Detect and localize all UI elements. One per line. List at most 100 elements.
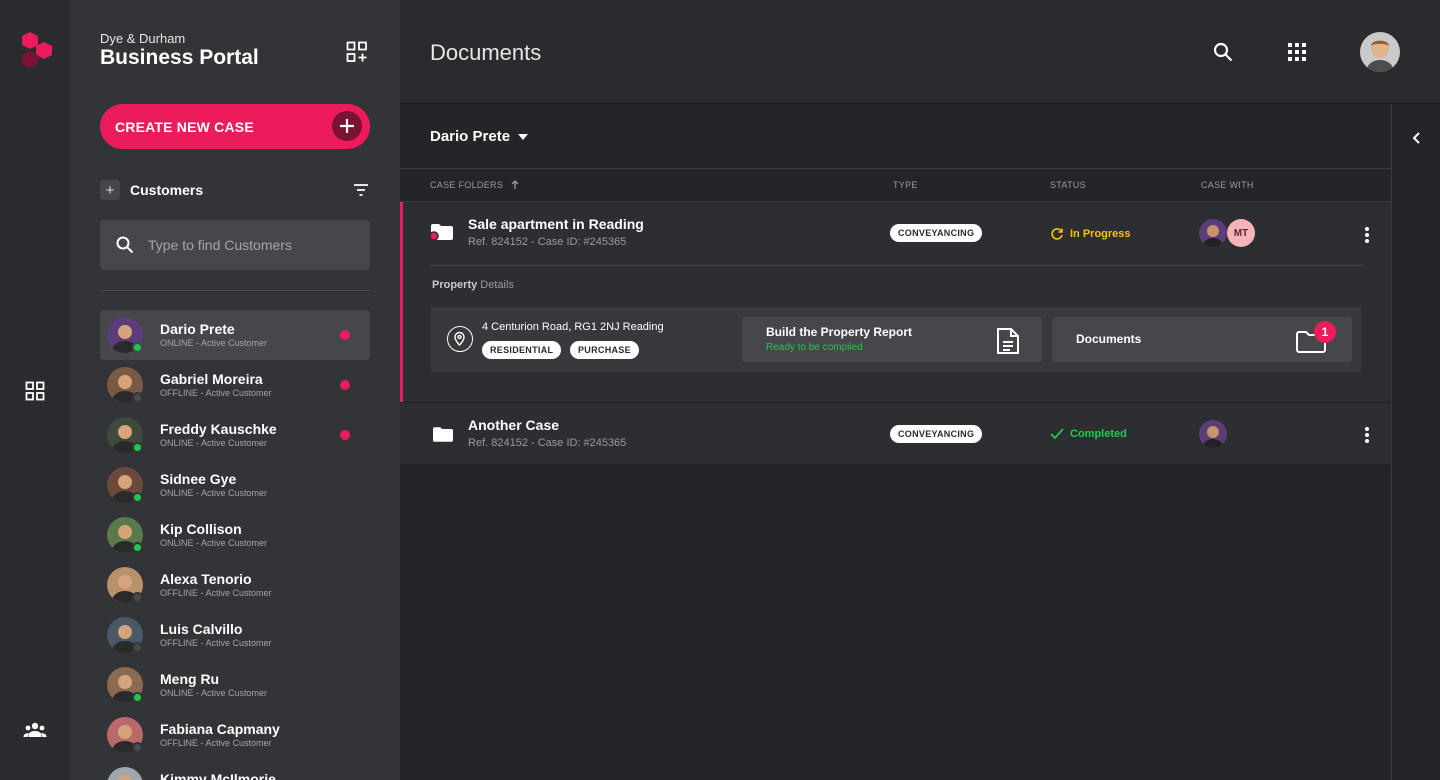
presence-indicator xyxy=(132,442,143,453)
create-new-case-button[interactable]: CREATE NEW CASE xyxy=(100,104,370,149)
column-case-with[interactable]: CASE WITH xyxy=(1201,180,1254,190)
sort-up-icon xyxy=(511,180,519,189)
case-title: Another Case xyxy=(468,417,560,433)
column-type[interactable]: TYPE xyxy=(893,180,918,190)
brand-title: Business Portal xyxy=(100,46,259,69)
sidebar-divider xyxy=(100,290,370,291)
customer-name: Sidnee Gye xyxy=(160,471,237,487)
unread-indicator xyxy=(340,430,350,440)
user-avatar[interactable] xyxy=(1360,32,1400,72)
case-with-initials[interactable]: MT xyxy=(1227,219,1255,247)
case-divider xyxy=(430,265,1364,266)
customer-list-item[interactable]: Kip Collison ONLINE - Active Customer xyxy=(100,510,370,560)
case-more-menu-icon[interactable] xyxy=(1365,427,1369,443)
details-panel-toggle xyxy=(1391,104,1440,780)
folder-icon xyxy=(433,427,453,442)
add-widget-icon[interactable] xyxy=(346,41,368,63)
customer-list-item[interactable]: Fabiana Capmany OFFLINE - Active Customer xyxy=(100,710,370,760)
customer-status: OFFLINE - Active Customer xyxy=(160,638,272,648)
customer-name: Freddy Kauschke xyxy=(160,421,277,437)
customers-label: Customers xyxy=(130,182,204,198)
property-tag-residential: RESIDENTIAL xyxy=(482,341,562,359)
presence-indicator xyxy=(132,592,143,603)
documents-card-title: Documents xyxy=(1076,332,1142,346)
property-address: 4 Centurion Road, RG1 2NJ Reading xyxy=(482,321,664,333)
customer-status: ONLINE - Active Customer xyxy=(160,488,268,498)
customer-list-item[interactable]: Alexa Tenorio OFFLINE - Active Customer xyxy=(100,560,370,610)
add-customer-button[interactable]: + xyxy=(100,180,120,200)
case-more-menu-icon[interactable] xyxy=(1365,227,1369,243)
create-new-case-label: CREATE NEW CASE xyxy=(115,118,254,135)
chevron-left-icon[interactable] xyxy=(1410,131,1424,145)
report-card-status: Ready to be compiled xyxy=(766,342,863,353)
customer-search-input[interactable] xyxy=(148,220,358,270)
selected-user-name: Dario Prete xyxy=(430,128,511,145)
customer-name: Dario Prete xyxy=(160,321,235,337)
column-case-folders[interactable]: CASE FOLDERS xyxy=(430,180,519,190)
brand-subtitle: Dye & Durham xyxy=(100,31,186,46)
customer-list-item[interactable]: Luis Calvillo OFFLINE - Active Customer xyxy=(100,610,370,660)
customer-status: ONLINE - Active Customer xyxy=(160,688,268,698)
customer-name: Gabriel Moreira xyxy=(160,371,263,387)
case-status: Completed xyxy=(1050,428,1127,440)
column-case-folders-label: CASE FOLDERS xyxy=(430,180,504,190)
customer-list-item[interactable]: Sidnee Gye ONLINE - Active Customer xyxy=(100,460,370,510)
customer-list-item[interactable]: Gabriel Moreira OFFLINE - Active Customer xyxy=(100,360,370,410)
property-heading-rest: Details xyxy=(477,279,514,291)
customer-list-item[interactable]: Kimmy McIlmorieOFFLINE - Active Customer xyxy=(100,760,370,780)
case-ref: Ref. 824152 - Case ID: #245365 xyxy=(468,437,627,449)
case-with-avatar[interactable] xyxy=(1199,420,1227,448)
documents-content: Dario Prete CASE FOLDERS TYPE STATUS CAS… xyxy=(400,104,1391,780)
customer-status: OFFLINE - Active Customer xyxy=(160,388,272,398)
plus-icon xyxy=(332,111,362,141)
unread-indicator xyxy=(340,330,350,340)
property-heading-bold: Property xyxy=(432,279,478,291)
case-status: In Progress xyxy=(1050,227,1131,241)
top-bar: Documents xyxy=(400,0,1440,104)
search-icon xyxy=(116,236,134,254)
location-pin-icon xyxy=(447,326,473,352)
case-row-expanded[interactable]: Sale apartment in Reading Ref. 824152 - … xyxy=(400,202,1391,402)
case-status-label: Completed xyxy=(1070,428,1127,440)
presence-indicator xyxy=(132,742,143,753)
presence-indicator xyxy=(132,342,143,353)
customer-list-item[interactable]: Meng Ru ONLINE - Active Customer xyxy=(100,660,370,710)
customer-list-item[interactable]: Freddy Kauschke ONLINE - Active Customer xyxy=(100,410,370,460)
customer-name: Luis Calvillo xyxy=(160,621,243,637)
customer-status: ONLINE - Active Customer xyxy=(160,538,268,548)
customer-name: Alexa Tenorio xyxy=(160,571,252,587)
filter-icon[interactable] xyxy=(352,181,370,199)
documents-card[interactable]: Documents 1 xyxy=(1052,317,1352,362)
property-tag-purchase: PURCHASE xyxy=(570,341,639,359)
people-icon[interactable] xyxy=(23,720,47,740)
customer-name: Kimmy McIlmorie xyxy=(160,771,276,780)
customer-list-item[interactable]: Dario Prete ONLINE - Active Customer xyxy=(100,310,370,360)
presence-indicator xyxy=(132,692,143,703)
customer-list: Dario Prete ONLINE - Active Customer Gabri… xyxy=(100,310,370,780)
case-table-header: CASE FOLDERS TYPE STATUS CASE WITH xyxy=(400,168,1391,202)
customer-status: ONLINE - Active Customer xyxy=(160,338,268,348)
presence-indicator xyxy=(132,642,143,653)
report-card-title: Build the Property Report xyxy=(766,325,913,339)
page-title: Documents xyxy=(430,40,542,65)
user-selector-dropdown[interactable]: Dario Prete xyxy=(430,128,529,145)
customer-search xyxy=(100,220,370,270)
presence-indicator xyxy=(132,492,143,503)
customer-name: Kip Collison xyxy=(160,521,242,537)
app-rail xyxy=(0,0,70,780)
case-with-avatar[interactable] xyxy=(1199,219,1227,247)
in-progress-icon xyxy=(1051,228,1063,240)
case-row[interactable]: Another Case Ref. 824152 - Case ID: #245… xyxy=(400,402,1391,465)
column-status[interactable]: STATUS xyxy=(1050,180,1086,190)
brand-logo-icon[interactable] xyxy=(16,32,58,72)
app: Dye & Durham Business Portal CREATE NEW … xyxy=(0,0,1440,780)
build-property-report-card[interactable]: Build the Property Report Ready to be co… xyxy=(742,317,1042,362)
search-icon[interactable] xyxy=(1213,42,1233,62)
customer-name: Fabiana Capmany xyxy=(160,721,280,737)
dashboard-grid-icon[interactable] xyxy=(25,381,45,401)
case-type-badge: CONVEYANCING xyxy=(890,224,983,242)
customer-status: OFFLINE - Active Customer xyxy=(160,588,272,598)
presence-indicator xyxy=(132,542,143,553)
apps-grid-icon[interactable] xyxy=(1288,43,1306,61)
checkmark-icon xyxy=(1050,428,1064,440)
